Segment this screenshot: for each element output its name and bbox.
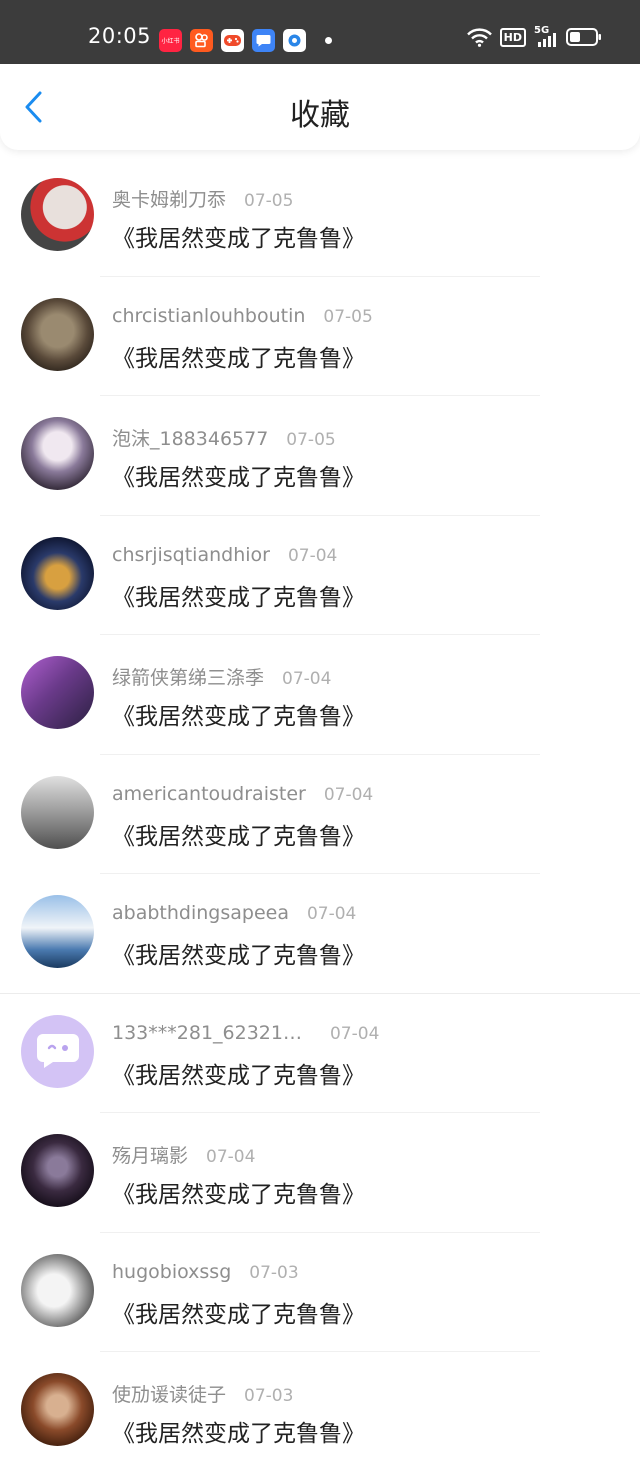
- system-indicators: HD 5G: [466, 25, 602, 47]
- signal-5g-icon: 5G: [534, 25, 558, 47]
- default-avatar-icon: [36, 1034, 79, 1068]
- camera-app-icon: [283, 29, 306, 52]
- item-date: 07-05: [244, 191, 294, 211]
- item-date: 07-05: [323, 306, 373, 327]
- item-date: 07-03: [249, 1262, 299, 1283]
- username: 泡沫_188346577 07-05: [112, 428, 336, 450]
- avatar[interactable]: [21, 775, 94, 849]
- book-title: 《我居然变成了克鲁鲁》: [112, 584, 365, 611]
- book-title: 《我居然变成了克鲁鲁》: [112, 345, 365, 372]
- status-bar: 20:05 小红书 HD 5G: [0, 0, 640, 64]
- battery-icon: [566, 28, 601, 46]
- book-title: 《我居然变成了克鲁鲁》: [112, 943, 365, 969]
- username: 绿箭侠第绨三涤季 07-04: [112, 667, 332, 689]
- book-title: 《我居然变成了克鲁鲁》: [112, 823, 365, 850]
- item-date: 07-05: [286, 430, 336, 450]
- book-title: 《我居然变成了克鲁鲁》: [112, 1301, 365, 1328]
- username: hugobioxssg 07-03: [112, 1260, 299, 1283]
- list-item[interactable]: 奥卡姆剃刀忝 07-05 《我居然变成了克鲁鲁》: [0, 157, 640, 277]
- item-date: 07-03: [244, 1386, 294, 1406]
- avatar[interactable]: [21, 297, 94, 371]
- list-item[interactable]: 133***281_62321… 07-04 《我居然变成了克鲁鲁》: [0, 994, 640, 1113]
- list-item[interactable]: 绿箭侠第绨三涤季 07-04 《我居然变成了克鲁鲁》: [0, 635, 640, 755]
- avatar[interactable]: [21, 536, 94, 610]
- avatar[interactable]: [21, 417, 94, 490]
- book-title: 《我居然变成了克鲁鲁》: [112, 1062, 365, 1089]
- username: ababthdingsapeea 07-04: [112, 902, 357, 924]
- avatar[interactable]: [21, 1134, 94, 1207]
- more-notifications-dot: [325, 37, 332, 44]
- username: chsrjisqtiandhior 07-04: [112, 543, 338, 566]
- username: 殇月璃影 07-04: [112, 1145, 256, 1167]
- item-date: 07-04: [306, 904, 357, 924]
- page-title: 收藏: [290, 98, 350, 133]
- kuaishou-icon: [190, 29, 213, 52]
- book-title: 《我居然变成了克鲁鲁》: [112, 226, 365, 252]
- avatar[interactable]: [21, 1253, 94, 1327]
- avatar[interactable]: [21, 1373, 94, 1446]
- status-time: 20:05: [88, 24, 152, 48]
- hd-badge: HD: [499, 27, 526, 47]
- nav-header: 收藏: [0, 64, 640, 150]
- list-item[interactable]: 泡沫_188346577 07-05 《我居然变成了克鲁鲁》: [0, 396, 640, 516]
- avatar[interactable]: [21, 656, 94, 729]
- notification-icons: 小红书: [159, 29, 306, 52]
- username: chrcistianlouhboutin 07-05: [112, 304, 373, 327]
- item-date: 07-04: [282, 669, 332, 689]
- item-date: 07-04: [329, 1023, 380, 1044]
- xiaohongshu-icon: 小红书: [159, 29, 182, 52]
- avatar[interactable]: [21, 178, 94, 251]
- username: americantoudraister 07-04: [112, 782, 374, 805]
- username: 使劢谖读徒子 07-03: [112, 1384, 294, 1406]
- book-title: 《我居然变成了克鲁鲁》: [112, 704, 365, 730]
- hd-label: HD: [503, 30, 522, 44]
- list-item[interactable]: chsrjisqtiandhior 07-04 《我居然变成了克鲁鲁》: [0, 516, 640, 635]
- avatar[interactable]: [21, 1014, 94, 1088]
- list-item[interactable]: hugobioxssg 07-03 《我居然变成了克鲁鲁》: [0, 1233, 640, 1352]
- list-item[interactable]: chrcistianlouhboutin 07-05 《我居然变成了克鲁鲁》: [0, 277, 640, 396]
- favorites-list: 奥卡姆剃刀忝 07-05 《我居然变成了克鲁鲁》 chrcistianlouhbo…: [0, 157, 640, 1472]
- list-item[interactable]: 使劢谖读徒子 07-03 《我居然变成了克鲁鲁》: [0, 1352, 640, 1472]
- message-icon: [252, 29, 275, 52]
- list-item[interactable]: 殇月璃影 07-04 《我居然变成了克鲁鲁》: [0, 1113, 640, 1233]
- item-date: 07-04: [287, 545, 338, 566]
- book-title: 《我居然变成了克鲁鲁》: [112, 465, 365, 491]
- wifi-icon: [466, 27, 492, 47]
- xiaohongshu-icon-label: 小红书: [161, 38, 180, 45]
- book-title: 《我居然变成了克鲁鲁》: [112, 1182, 365, 1208]
- item-date: 07-04: [323, 784, 374, 805]
- list-item[interactable]: americantoudraister 07-04 《我居然变成了克鲁鲁》: [0, 755, 640, 874]
- avatar[interactable]: [21, 895, 94, 968]
- username: 133***281_62321… 07-04: [112, 1021, 380, 1044]
- game-center-icon: [221, 29, 244, 52]
- username: 奥卡姆剃刀忝 07-05: [112, 189, 294, 211]
- book-title: 《我居然变成了克鲁鲁》: [112, 1421, 365, 1447]
- item-date: 07-04: [206, 1147, 256, 1167]
- list-item[interactable]: ababthdingsapeea 07-04 《我居然变成了克鲁鲁》: [0, 874, 640, 994]
